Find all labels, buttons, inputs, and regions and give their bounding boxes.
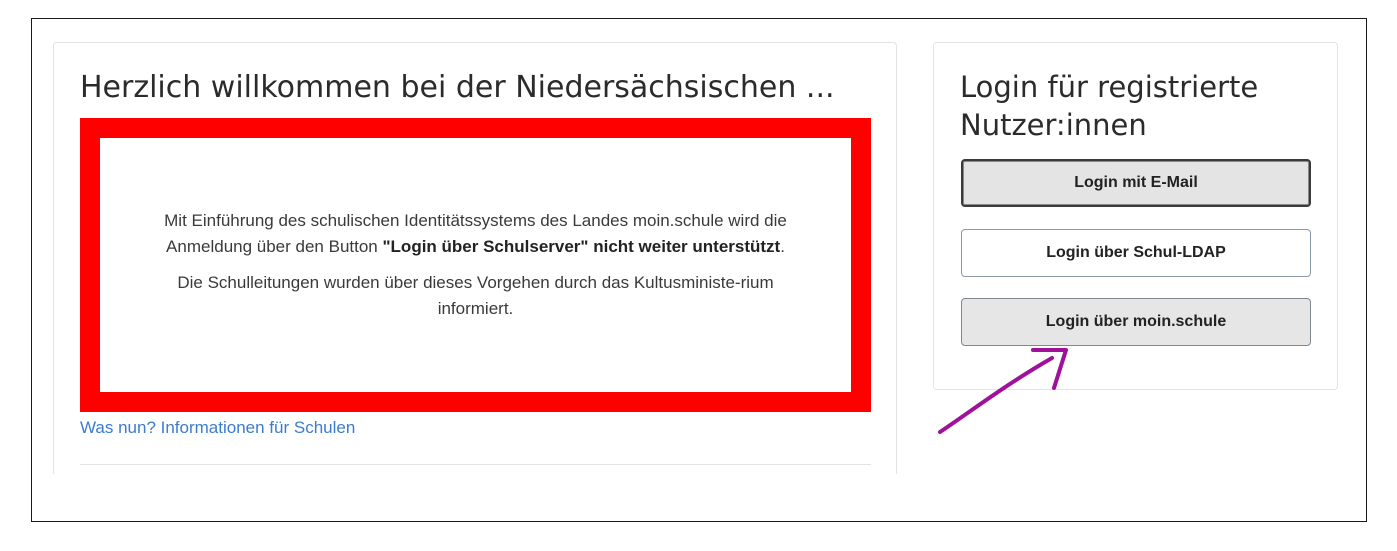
notice-box: Mit Einführung des schulischen Identität… <box>80 118 871 412</box>
login-moin-schule-button[interactable]: Login über moin.schule <box>961 298 1311 346</box>
info-link[interactable]: Was nun? Informationen für Schulen <box>80 418 355 438</box>
notice-bold-text: "Login über Schulserver" nicht weiter un… <box>382 237 781 256</box>
notice-paragraph-1: Mit Einführung des schulischen Identität… <box>140 208 811 260</box>
notice-text-end: . <box>780 237 785 256</box>
divider <box>80 464 871 465</box>
login-ldap-button[interactable]: Login über Schul-LDAP <box>961 229 1311 277</box>
login-email-button[interactable]: Login mit E-Mail <box>961 159 1311 207</box>
login-title: Login für registrierte Nutzer:innen <box>960 70 1259 142</box>
welcome-title: Herzlich willkommen bei der Niedersächsi… <box>80 70 835 105</box>
notice-paragraph-2: Die Schulleitungen wurden über dieses Vo… <box>177 273 774 318</box>
hand-drawn-arrow-icon <box>938 348 1068 434</box>
